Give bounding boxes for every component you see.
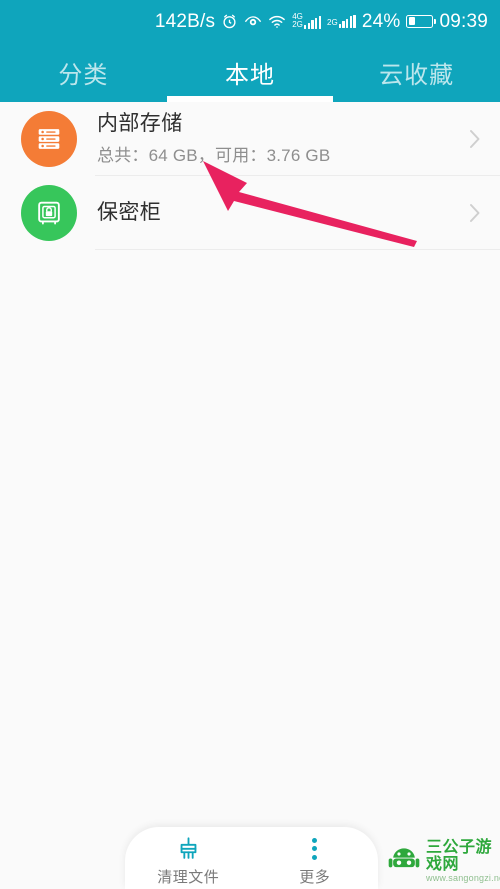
- list-item-title: 内部存储: [97, 112, 183, 136]
- battery-percent-label: 24%: [361, 10, 401, 32]
- clock-label: 09:39: [439, 10, 488, 32]
- watermark-url: www.sangongzi.net: [426, 872, 500, 883]
- phone-screen: 142B/s 4G 2G 2G 24% 09:39 分类 本地 云收藏 内部存储…: [0, 0, 500, 889]
- list-item-text: 内部存储 总共：64 GB，可用：3.76 GB: [97, 112, 468, 166]
- signal-label-2g-secondary: 2G: [327, 18, 338, 28]
- bottom-toolbar: 清理文件 更多: [125, 827, 378, 889]
- tab-cloud-favorites-label: 云收藏: [379, 61, 455, 89]
- bottom-item-label: 更多: [299, 868, 331, 886]
- broom-icon: [175, 836, 202, 862]
- bottom-item-clean-files[interactable]: 清理文件: [125, 836, 252, 887]
- safe-lock-icon: [21, 185, 77, 241]
- storage-list: 内部存储 总共：64 GB，可用：3.76 GB 保密柜: [0, 102, 500, 250]
- tab-local-label: 本地: [225, 61, 275, 89]
- alarm-icon: [221, 13, 238, 30]
- list-item-text: 保密柜: [97, 201, 468, 226]
- signal-icon: 4G 2G: [292, 12, 321, 30]
- watermark-title: 三公子游戏网: [426, 839, 493, 873]
- list-item-title: 保密柜: [97, 200, 162, 224]
- tab-category[interactable]: 分类: [0, 42, 167, 102]
- signal-icon-secondary: 2G: [327, 14, 356, 28]
- tab-local[interactable]: 本地: [167, 42, 334, 102]
- list-item-internal-storage[interactable]: 内部存储 总共：64 GB，可用：3.76 GB: [0, 102, 500, 176]
- watermark: 三公子游戏网 www.sangongzi.net: [388, 839, 500, 883]
- chevron-right-icon[interactable]: [468, 127, 482, 151]
- network-speed-label: 142B/s: [154, 10, 216, 32]
- list-item-subtitle: 总共：64 GB，可用：3.76 GB: [97, 145, 331, 165]
- bottom-item-more[interactable]: 更多: [252, 836, 379, 887]
- status-bar: 142B/s 4G 2G 2G 24% 09:39: [0, 0, 500, 42]
- wifi-icon: [268, 14, 286, 29]
- android-robot-icon: [388, 846, 420, 877]
- tab-category-label: 分类: [58, 61, 109, 89]
- battery-icon: [406, 14, 437, 28]
- list-item-safe[interactable]: 保密柜: [0, 176, 500, 250]
- eye-icon: [244, 13, 262, 29]
- chevron-right-icon[interactable]: [468, 201, 482, 225]
- more-vertical-icon: [312, 836, 318, 862]
- list-divider: [95, 249, 500, 250]
- tab-cloud-favorites[interactable]: 云收藏: [333, 42, 500, 102]
- signal-label-2g: 2G: [292, 20, 303, 29]
- tab-bar: 分类 本地 云收藏: [0, 42, 500, 102]
- storage-icon: [21, 111, 77, 167]
- bottom-item-label: 清理文件: [157, 868, 220, 886]
